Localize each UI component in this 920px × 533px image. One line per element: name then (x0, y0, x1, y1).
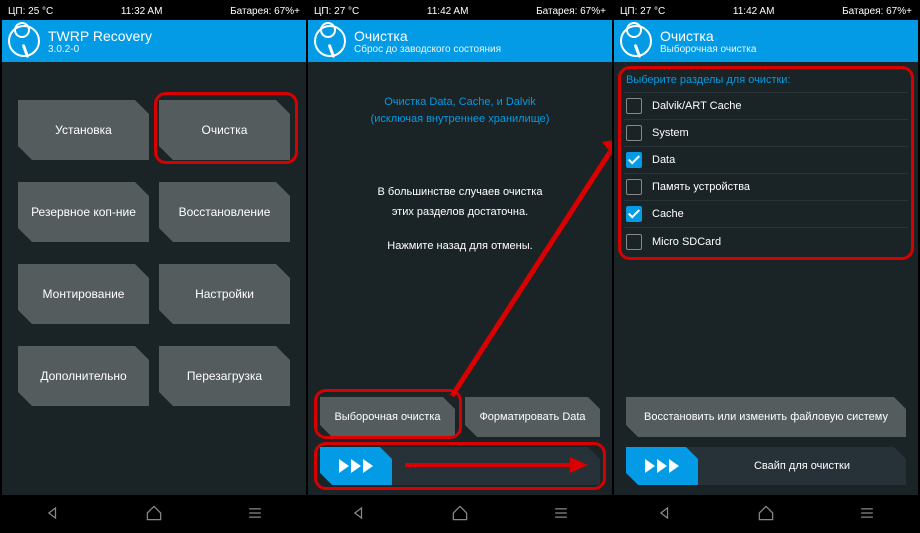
checkbox-icon[interactable] (626, 152, 642, 168)
partition-row[interactable]: Cache (624, 201, 908, 228)
partition-checklist: Dalvik/ART Cache System Data Память устройс… (624, 92, 908, 255)
clock: 11:42 AM (427, 6, 469, 17)
cpu-temp: ЦП: 27 °C (620, 6, 665, 17)
twrp-logo-icon (314, 25, 346, 57)
tile-install[interactable]: Установка (18, 100, 149, 160)
partition-label: Память устройства (652, 181, 750, 193)
twrp-logo-icon (8, 25, 40, 57)
tile-mount[interactable]: Монтирование (18, 264, 149, 324)
checkbox-icon[interactable] (626, 206, 642, 222)
back-icon[interactable] (655, 503, 675, 523)
slider-handle-icon[interactable] (320, 447, 392, 485)
tile-wipe[interactable]: Очистка (159, 100, 290, 160)
advanced-wipe-button[interactable]: Выборочная очистка (320, 397, 455, 437)
slider-label: Свайп для очистки (698, 460, 906, 472)
tile-backup[interactable]: Резервное коп-ние (18, 182, 149, 242)
partition-row[interactable]: Data (624, 147, 908, 174)
header: Очистка Сброс до заводского состояния (308, 20, 612, 62)
checkbox-icon[interactable] (626, 125, 642, 141)
clock: 11:32 AM (121, 6, 163, 17)
header-text: TWRP Recovery 3.0.2-0 (48, 28, 152, 55)
partition-row[interactable]: Micro SDCard (624, 228, 908, 255)
repair-fs-button[interactable]: Восстановить или изменить файловую систе… (626, 397, 906, 437)
partition-label: Dalvik/ART Cache (652, 100, 741, 112)
slider-handle-icon[interactable] (626, 447, 698, 485)
tile-reboot[interactable]: Перезагрузка (159, 346, 290, 406)
statusbar: ЦП: 25 °C 11:32 AM Батарея: 67%+ (2, 2, 306, 20)
info-line2: (исключая внутреннее хранилище) (318, 111, 602, 128)
checkbox-icon[interactable] (626, 234, 642, 250)
back-icon[interactable] (349, 503, 369, 523)
format-data-button[interactable]: Форматировать Data (465, 397, 600, 437)
navbar (2, 495, 306, 531)
cpu-temp: ЦП: 27 °C (314, 6, 359, 17)
checkbox-icon[interactable] (626, 179, 642, 195)
battery: Батарея: 67%+ (536, 6, 606, 17)
content: Выберите разделы для очистки: Dalvik/ART… (614, 62, 918, 495)
battery: Батарея: 67%+ (842, 6, 912, 17)
home-icon[interactable] (144, 503, 164, 523)
partition-label: Cache (652, 208, 684, 220)
header-text: Очистка Выборочная очистка (660, 28, 756, 55)
cpu-temp: ЦП: 25 °C (8, 6, 53, 17)
swipe-slider[interactable] (320, 447, 600, 485)
header-subtitle: Выборочная очистка (660, 44, 756, 55)
checkbox-icon[interactable] (626, 98, 642, 114)
menu-icon[interactable] (245, 503, 265, 523)
partition-row[interactable]: Память устройства (624, 174, 908, 201)
home-icon[interactable] (756, 503, 776, 523)
info-line1: Очистка Data, Cache, и Dalvik (318, 94, 602, 111)
button-row: Выборочная очистка Форматировать Data (318, 397, 602, 437)
swipe-slider[interactable]: Свайп для очистки (626, 447, 906, 485)
header-subtitle: Сброс до заводского состояния (354, 44, 501, 55)
desc-line1: В большинстве случаев очистка (318, 183, 602, 203)
screen-wipe: ЦП: 27 °C 11:42 AM Батарея: 67%+ Очистка… (308, 2, 612, 531)
main-grid: Установка Очистка Резервное коп-ние Восс… (12, 72, 296, 406)
statusbar: ЦП: 27 °C 11:42 AM Батарея: 67%+ (308, 2, 612, 20)
partition-label: Data (652, 154, 675, 166)
twrp-logo-icon (620, 25, 652, 57)
statusbar: ЦП: 27 °C 11:42 AM Батарея: 67%+ (614, 2, 918, 20)
partition-row[interactable]: System (624, 120, 908, 147)
header-title: Очистка (660, 28, 756, 44)
partition-label: Micro SDCard (652, 236, 721, 248)
battery: Батарея: 67%+ (230, 6, 300, 17)
header-title: Очистка (354, 28, 501, 44)
header-subtitle: 3.0.2-0 (48, 44, 152, 55)
back-icon[interactable] (43, 503, 63, 523)
clock: 11:42 AM (733, 6, 775, 17)
navbar (308, 495, 612, 531)
checklist-title: Выберите разделы для очистки: (624, 70, 908, 92)
screen-main: ЦП: 25 °C 11:32 AM Батарея: 67%+ TWRP Re… (2, 2, 306, 531)
menu-icon[interactable] (551, 503, 571, 523)
header: Очистка Выборочная очистка (614, 20, 918, 62)
content: Очистка Data, Cache, и Dalvik (исключая … (308, 62, 612, 495)
tile-restore[interactable]: Восстановление (159, 182, 290, 242)
partition-label: System (652, 127, 689, 139)
desc-line3: Нажмите назад для отмены. (318, 237, 602, 257)
desc-line2: этих разделов достаточна. (318, 203, 602, 223)
header: TWRP Recovery 3.0.2-0 (2, 20, 306, 62)
content: Установка Очистка Резервное коп-ние Восс… (2, 62, 306, 495)
header-text: Очистка Сброс до заводского состояния (354, 28, 501, 55)
menu-icon[interactable] (857, 503, 877, 523)
navbar (614, 495, 918, 531)
screen-advanced-wipe: ЦП: 27 °C 11:42 AM Батарея: 67%+ Очистка… (614, 2, 918, 531)
tile-settings[interactable]: Настройки (159, 264, 290, 324)
partition-row[interactable]: Dalvik/ART Cache (624, 93, 908, 120)
tile-advanced[interactable]: Дополнительно (18, 346, 149, 406)
header-title: TWRP Recovery (48, 28, 152, 44)
home-icon[interactable] (450, 503, 470, 523)
